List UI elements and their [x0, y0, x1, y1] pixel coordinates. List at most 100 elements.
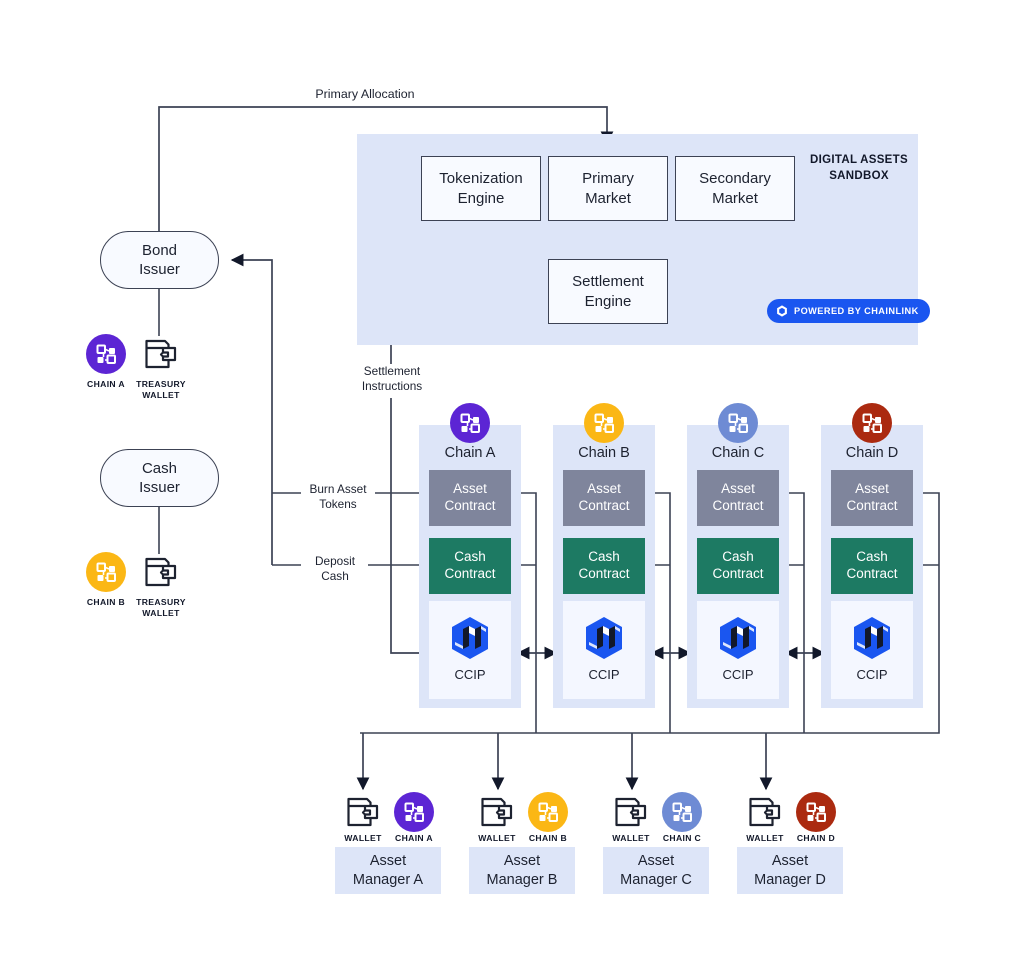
cash-issuer-chain-b-icon [86, 552, 126, 592]
chain-d-asset-contract-line1: Asset [855, 481, 889, 497]
chain-b-ccip-label: CCIP [588, 667, 620, 682]
burn-asset-tokens-line2: Tokens [319, 497, 357, 512]
chain-d-asset-contract-line2: Contract [846, 498, 898, 513]
chain-a-cash-contract[interactable]: Cash Contract [429, 538, 511, 594]
ccip-logo-icon [720, 617, 756, 659]
asset-manager-b-box[interactable]: Asset Manager B [469, 847, 575, 894]
ccip-logo-icon [854, 617, 890, 659]
chain-d-cash-contract[interactable]: Cash Contract [831, 538, 913, 594]
asset-manager-a-line2: Manager A [352, 871, 424, 888]
settlement-engine-box[interactable]: Settlement Engine [548, 259, 668, 324]
chain-b-name: Chain B [578, 445, 630, 461]
asset-manager-c-line1: Asset [637, 852, 675, 869]
tokenization-engine-box[interactable]: Tokenization Engine [421, 156, 541, 221]
cash-issuer-node[interactable]: Cash Issuer [100, 449, 219, 507]
sandbox-title-line1: DIGITAL ASSETS [810, 154, 908, 166]
chain-a-asset-contract-line2: Contract [444, 498, 496, 513]
chain-c-cash-contract-line2: Contract [712, 566, 764, 581]
deposit-cash-line2: Cash [321, 569, 349, 584]
tokenization-engine-line2: Engine [457, 189, 505, 207]
secondary-market-box[interactable]: Secondary Market [675, 156, 795, 221]
chain-d-icon [852, 403, 892, 443]
asset-manager-d-line2: Manager D [754, 871, 826, 888]
edge-bottom-distribution-bus [356, 733, 773, 791]
asset-manager-b-chain-icon [528, 792, 568, 832]
asset-manager-a-line1: Asset [369, 852, 407, 869]
treasury-wallet-caption-line1: TREASURY [136, 379, 186, 389]
chain-a-ccip-box[interactable]: CCIP [429, 601, 511, 699]
chain-b-cash-contract[interactable]: Cash Contract [563, 538, 645, 594]
chain-c-asset-contract[interactable]: Asset Contract [697, 470, 779, 526]
ccip-logo-icon [452, 617, 488, 659]
chain-a-icon [450, 403, 490, 443]
primary-market-line2: Market [585, 189, 631, 207]
primary-market-box[interactable]: Primary Market [548, 156, 668, 221]
powered-by-chainlink-badge[interactable]: POWERED BY CHAINLINK [767, 299, 930, 323]
chain-a-name: Chain A [444, 445, 496, 461]
asset-manager-c-box[interactable]: Asset Manager C [603, 847, 709, 894]
chain-a-asset-contract[interactable]: Asset Contract [429, 470, 511, 526]
deposit-cash-line1: Deposit [315, 554, 355, 568]
chain-a-ccip-label: CCIP [454, 667, 486, 682]
asset-manager-c-chain-icon [662, 792, 702, 832]
bond-issuer-treasury-wallet-icon [141, 334, 181, 374]
chain-c-ccip-label: CCIP [722, 667, 754, 682]
chain-d-asset-contract[interactable]: Asset Contract [831, 470, 913, 526]
chain-d-cash-contract-line1: Cash [856, 549, 888, 565]
chain-b-icon [584, 403, 624, 443]
primary-allocation-label: Primary Allocation [315, 87, 415, 101]
secondary-market-line1: Secondary [699, 170, 771, 188]
diagram-canvas: DIGITAL ASSETS SANDBOX Tokenization Engi… [0, 0, 1024, 979]
asset-manager-d-line1: Asset [771, 852, 809, 869]
chain-c-cash-contract-line1: Cash [722, 549, 754, 565]
asset-manager-d-box[interactable]: Asset Manager D [737, 847, 843, 894]
settlement-engine-line1: Settlement [572, 273, 644, 291]
chain-c-ccip-box[interactable]: CCIP [697, 601, 779, 699]
burn-asset-tokens-label: Burn Asset Tokens [296, 482, 380, 513]
cash-issuer-line1: Cash [141, 459, 177, 477]
chain-c-icon [718, 403, 758, 443]
settlement-instructions-label: Settlement Instructions [336, 364, 448, 395]
asset-manager-c-line2: Manager C [620, 871, 692, 888]
chain-b-asset-contract[interactable]: Asset Contract [563, 470, 645, 526]
bond-issuer-node[interactable]: Bond Issuer [100, 231, 219, 289]
asset-manager-b-wallet-icon [477, 792, 517, 832]
treasury-wallet-b-caption-line1: TREASURY [136, 597, 186, 607]
asset-manager-a-chain-icon [394, 792, 434, 832]
chain-c-name: Chain C [711, 445, 765, 461]
asset-manager-d-chain-caption: CHAIN D [796, 833, 836, 843]
chainlink-hexagon-icon [777, 305, 787, 317]
chain-c-asset-contract-line2: Contract [712, 498, 764, 513]
tokenization-engine-line1: Tokenization [439, 170, 523, 188]
asset-manager-a-chain-caption: CHAIN A [395, 833, 433, 843]
chain-c-cash-contract[interactable]: Cash Contract [697, 538, 779, 594]
sandbox-title: DIGITAL ASSETS SANDBOX [800, 153, 918, 184]
chain-a-asset-contract-line1: Asset [453, 481, 487, 497]
chain-a-cash-contract-line2: Contract [444, 566, 496, 581]
asset-manager-a-box[interactable]: Asset Manager A [335, 847, 441, 894]
asset-manager-c-chain-caption: CHAIN C [662, 833, 702, 843]
settlement-engine-line2: Engine [584, 292, 632, 310]
asset-manager-b-line2: Manager B [486, 871, 558, 888]
asset-manager-d-chain-icon [796, 792, 836, 832]
settlement-instructions-line2: Instructions [361, 379, 423, 394]
chain-d-name: Chain D [845, 445, 899, 461]
chain-d-cash-contract-line2: Contract [846, 566, 898, 581]
deposit-cash-label: Deposit Cash [296, 554, 374, 585]
settlement-instructions-line1: Settlement [363, 364, 421, 378]
ccip-logo-icon [586, 617, 622, 659]
chain-d-ccip-box[interactable]: CCIP [831, 601, 913, 699]
chain-b-cash-contract-line1: Cash [588, 549, 620, 565]
asset-manager-b-line1: Asset [503, 852, 541, 869]
chain-c-asset-contract-line1: Asset [721, 481, 755, 497]
chain-a-cash-contract-line1: Cash [454, 549, 486, 565]
bond-issuer-treasury-wallet-caption: TREASURY WALLET [123, 379, 199, 400]
sandbox-title-line2: SANDBOX [829, 169, 889, 182]
chain-b-asset-contract-line1: Asset [587, 481, 621, 497]
cash-issuer-line2: Issuer [139, 479, 180, 496]
chain-b-ccip-box[interactable]: CCIP [563, 601, 645, 699]
bond-issuer-chain-a-icon [86, 334, 126, 374]
asset-manager-a-wallet-icon [343, 792, 383, 832]
chainlink-badge-label: POWERED BY CHAINLINK [794, 306, 919, 316]
treasury-wallet-b-caption-line2: WALLET [142, 607, 180, 618]
